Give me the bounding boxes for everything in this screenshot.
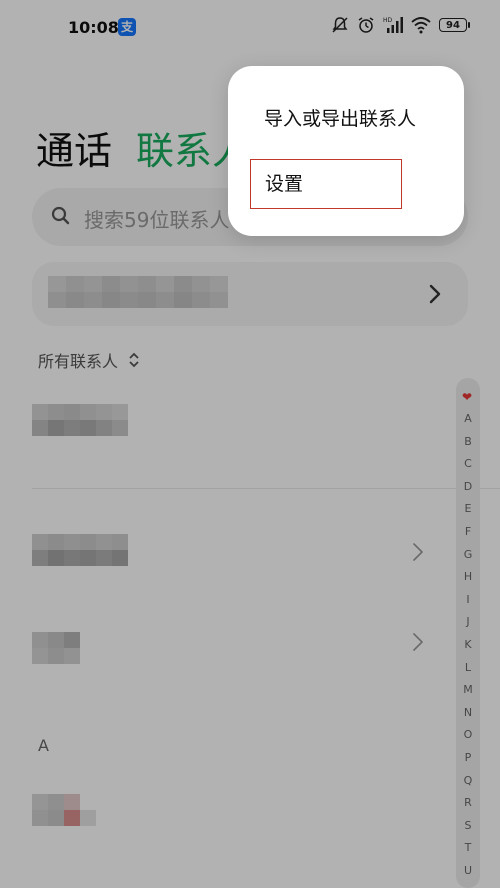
overflow-menu: 导入或导出联系人 设置 (228, 66, 464, 236)
menu-item-settings[interactable]: 设置 (250, 159, 402, 209)
menu-item-import-export[interactable]: 导入或导出联系人 (264, 104, 416, 131)
